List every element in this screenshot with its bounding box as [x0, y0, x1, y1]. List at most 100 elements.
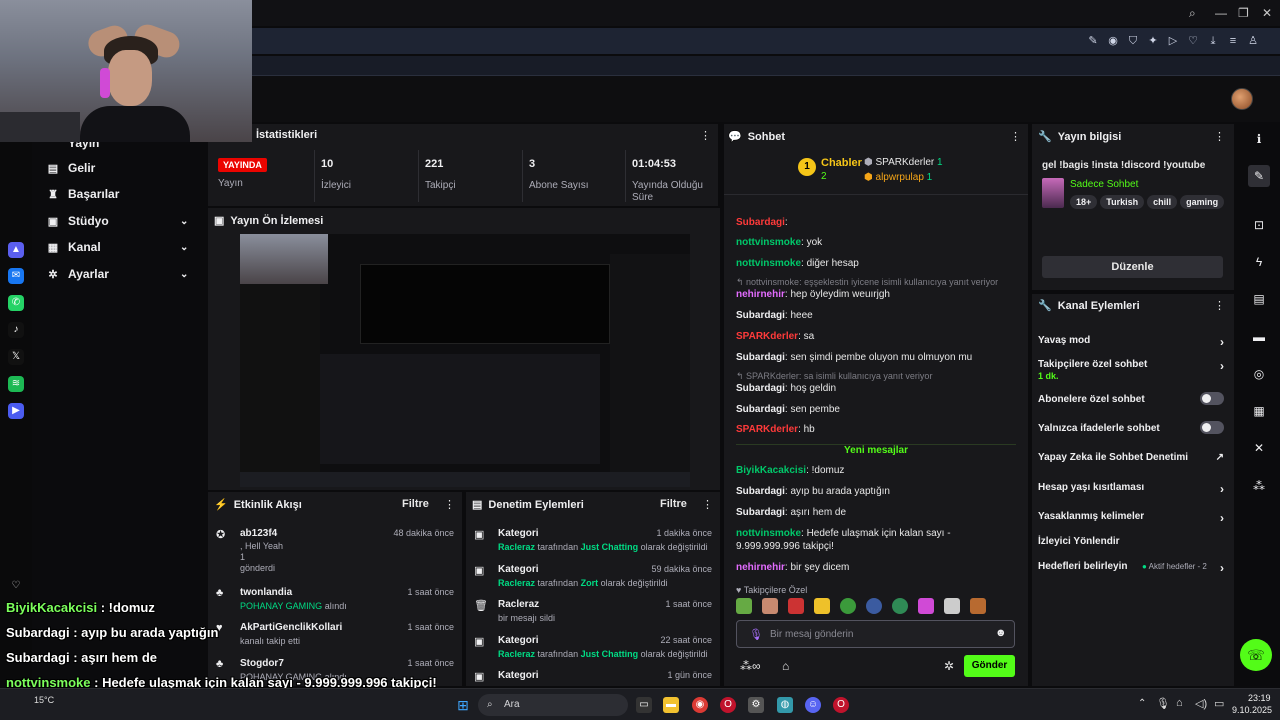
- app-icon[interactable]: ▲: [8, 242, 24, 258]
- bolt-icon[interactable]: ϟ: [1248, 251, 1270, 273]
- sub-chat-toggle[interactable]: [1200, 392, 1224, 405]
- maximize-icon[interactable]: ❐: [1238, 6, 1249, 20]
- category-name[interactable]: Sadece Sohbet: [1070, 179, 1138, 190]
- opera-icon[interactable]: O: [720, 697, 736, 713]
- chat-username[interactable]: SPARKderler: [736, 331, 798, 342]
- edit-button[interactable]: Düzenle: [1042, 256, 1223, 278]
- emote[interactable]: [918, 598, 934, 614]
- download-icon[interactable]: ⤓: [1206, 34, 1220, 48]
- search-icon[interactable]: ⌕: [1189, 6, 1196, 21]
- chat-username[interactable]: Subardagi: [736, 486, 785, 497]
- filter-button[interactable]: Filtre: [402, 498, 429, 510]
- emote-chat-toggle[interactable]: [1200, 421, 1224, 434]
- minimize-icon[interactable]: —: [1215, 6, 1227, 20]
- follower-chat-row[interactable]: Takipçilere özel sohbet 1 dk. ›: [1038, 359, 1230, 381]
- banned-words-row[interactable]: Yasaklanmış kelimeler ›: [1038, 511, 1230, 525]
- menu-icon[interactable]: ≡: [1226, 34, 1240, 48]
- store-icon[interactable]: ⌂: [782, 659, 789, 673]
- chat-input[interactable]: 🎙 Bir mesaj gönderin ☻: [736, 620, 1015, 648]
- opera-gx-icon[interactable]: O: [833, 697, 849, 713]
- tools-icon[interactable]: ⁂∞: [740, 659, 761, 673]
- more-icon[interactable]: ⋮: [444, 498, 455, 511]
- x-icon[interactable]: 𝕏: [8, 349, 24, 365]
- heart-icon[interactable]: ♡: [1186, 34, 1200, 48]
- broadcast-icon[interactable]: ◎: [1248, 363, 1270, 385]
- more-icon[interactable]: ⋮: [702, 498, 713, 511]
- nav-item-revenue[interactable]: ▤ Gelir: [46, 157, 96, 179]
- camera-icon[interactable]: ◉: [1106, 34, 1120, 48]
- player-icon[interactable]: ▶: [8, 403, 24, 419]
- profile-icon[interactable]: ♙: [1246, 34, 1260, 48]
- user-avatar[interactable]: [1231, 88, 1253, 110]
- chat-username[interactable]: Subardagi: [736, 404, 785, 415]
- chrome-icon[interactable]: ◉: [692, 697, 708, 713]
- clock-date[interactable]: 9.10.2025: [1232, 705, 1272, 715]
- chat-username[interactable]: nottvinsmoke: [736, 258, 801, 269]
- category-thumbnail[interactable]: [1042, 178, 1064, 208]
- raid-row[interactable]: İzleyici Yönlendir: [1038, 536, 1230, 547]
- windows-start-icon[interactable]: ⊞: [455, 697, 471, 713]
- target-icon[interactable]: ⊡: [1248, 214, 1270, 236]
- nav-item-studio[interactable]: ▣ Stüdyo ⌄: [46, 210, 189, 232]
- emoji-icon[interactable]: ☻: [995, 627, 1007, 639]
- extension-icon[interactable]: ✦: [1146, 34, 1160, 48]
- chat-username[interactable]: Subardagi: [736, 352, 785, 363]
- chat-username[interactable]: Subardagi: [736, 383, 785, 394]
- leader-name[interactable]: Chabler: [821, 157, 862, 169]
- wrench-icon[interactable]: ✕: [1248, 437, 1270, 459]
- info-icon[interactable]: ℹ: [1248, 128, 1270, 150]
- pencil-icon[interactable]: ✎: [1248, 165, 1270, 187]
- app-icon[interactable]: ⚙: [748, 697, 764, 713]
- age-restriction-row[interactable]: Hesap yaşı kısıtlaması ›: [1038, 482, 1230, 496]
- emote[interactable]: [944, 598, 960, 614]
- tag[interactable]: 18+: [1070, 195, 1098, 209]
- mic-icon[interactable]: 🎙: [749, 628, 763, 641]
- nav-item-channel[interactable]: ▦ Kanal ⌄: [46, 236, 189, 258]
- network-icon[interactable]: ⌂: [1176, 697, 1183, 709]
- folder-icon[interactable]: ▬: [663, 697, 679, 713]
- tag[interactable]: Turkish: [1100, 195, 1145, 209]
- emote[interactable]: [970, 598, 986, 614]
- slow-mode-row[interactable]: Yavaş mod ›: [1038, 335, 1230, 349]
- send-button[interactable]: Gönder: [964, 655, 1015, 677]
- volume-icon[interactable]: ◁): [1195, 697, 1207, 710]
- chat-username[interactable]: BiyikKacakcisi: [736, 465, 806, 476]
- emote[interactable]: [866, 598, 882, 614]
- filter-button[interactable]: Filtre: [660, 498, 687, 510]
- whatsapp-icon[interactable]: ✆: [8, 295, 24, 311]
- shield-icon[interactable]: ⛉: [1126, 34, 1140, 48]
- chat-icon[interactable]: ▬: [1248, 326, 1270, 348]
- tag[interactable]: gaming: [1180, 195, 1225, 209]
- list-icon[interactable]: ▦: [1248, 400, 1270, 422]
- chat-username[interactable]: nehirnehir: [736, 562, 785, 573]
- more-icon[interactable]: ⋮: [700, 129, 711, 142]
- more-icon[interactable]: ⋮: [1214, 299, 1225, 312]
- address-bar[interactable]: ✎ ◉ ⛉ ✦ ▷ ♡ ⤓ ≡ ♙: [250, 28, 1280, 54]
- ai-mod-row[interactable]: Yapay Zeka ile Sohbet Denetimi ↗: [1038, 452, 1230, 463]
- discord-icon[interactable]: ☺: [805, 697, 821, 713]
- tools-icon[interactable]: ⁂: [1248, 475, 1270, 497]
- battery-icon[interactable]: ▭: [1214, 697, 1224, 710]
- gear-icon[interactable]: ✲: [944, 659, 954, 673]
- chat-username[interactable]: Subardagi: [736, 310, 785, 321]
- tiktok-icon[interactable]: ♪: [8, 322, 24, 338]
- document-icon[interactable]: ▤: [1248, 288, 1270, 310]
- more-icon[interactable]: ⋮: [1010, 130, 1021, 143]
- chat-username[interactable]: Subardagi: [736, 507, 785, 518]
- emote[interactable]: [840, 598, 856, 614]
- chat-username[interactable]: nottvinsmoke: [736, 237, 801, 248]
- emote[interactable]: [814, 598, 830, 614]
- mic-icon[interactable]: 🎙: [1156, 697, 1170, 710]
- close-icon[interactable]: ✕: [1262, 6, 1272, 20]
- task-view-icon[interactable]: ▭: [636, 697, 652, 713]
- nav-item-settings[interactable]: ✲ Ayarlar ⌄: [46, 263, 188, 285]
- nav-item-achievements[interactable]: ♜ Başarılar: [46, 183, 119, 205]
- tray-chevron-icon[interactable]: ⌃: [1138, 698, 1146, 709]
- goals-row[interactable]: Hedefleri belirleyin ● Aktif hedefler - 2…: [1038, 561, 1230, 575]
- messenger-icon[interactable]: ✉: [8, 268, 24, 284]
- spotify-icon[interactable]: ≋: [8, 376, 24, 392]
- tag[interactable]: chill: [1147, 195, 1178, 209]
- chat-username[interactable]: nottvinsmoke: [736, 528, 801, 539]
- more-icon[interactable]: ⋮: [1214, 130, 1225, 143]
- emote[interactable]: [892, 598, 908, 614]
